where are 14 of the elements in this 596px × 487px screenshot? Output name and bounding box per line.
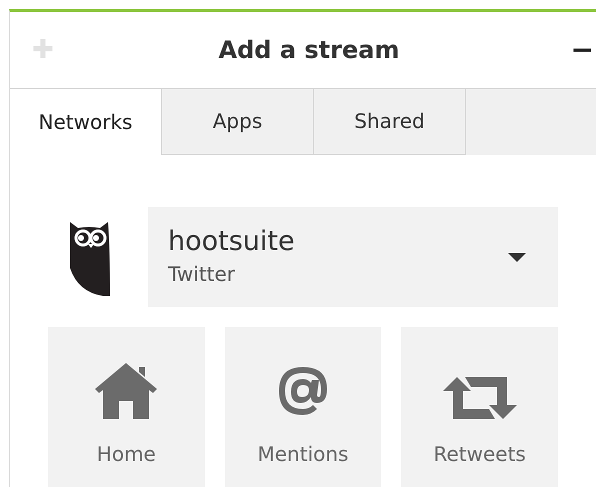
stream-tile[interactable]: Home [48,327,205,487]
stream-tile[interactable]: Retweets [401,327,558,487]
caret-icon [508,252,526,262]
account-dropdown[interactable]: hootsuite Twitter [148,207,558,307]
tab[interactable]: Shared [314,88,466,155]
tab[interactable]: Apps [162,88,314,155]
account-name: hootsuite [168,225,296,259]
collapse-button[interactable]: − [570,36,594,64]
retweet-icon [442,375,517,421]
tab[interactable]: Networks [10,88,162,155]
home-icon [93,361,160,421]
panel-title: Add a stream [218,34,400,66]
stream-tile[interactable]: Mentions [224,327,382,487]
network-name: Twitter [168,260,236,288]
